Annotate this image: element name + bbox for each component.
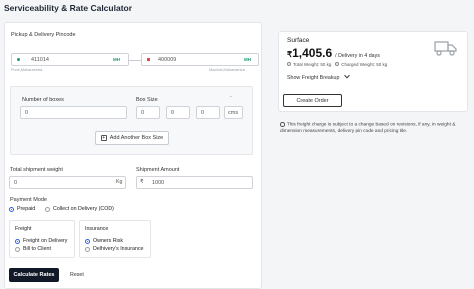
box-count-label: Number of boxes bbox=[22, 97, 64, 103]
chevron-down-icon bbox=[344, 72, 350, 79]
payment-mode-label: Payment Mode bbox=[10, 197, 47, 203]
freight-on-delivery-radio[interactable] bbox=[15, 239, 20, 244]
show-freight-breakup-link[interactable]: Show Freight Breakup bbox=[287, 72, 350, 81]
price-row: ₹ 1,405.6 / Delivery in 4 days bbox=[287, 46, 380, 60]
weight-label: Total shipment weight bbox=[10, 167, 63, 173]
pickup-location: Pune,Maharashtra bbox=[11, 68, 43, 72]
bill-to-client-radio[interactable] bbox=[15, 247, 20, 252]
rupee-icon: ₹ bbox=[140, 179, 144, 185]
delivery-pincode-input[interactable]: 400009 bbox=[141, 53, 259, 66]
box-length-input[interactable]: 0 bbox=[136, 106, 160, 119]
amount-label: Shipment Amount bbox=[136, 167, 180, 173]
freight-on-delivery-label[interactable]: Freight on Delivery bbox=[23, 238, 67, 244]
cod-label[interactable]: Collect on Delivery (COD) bbox=[53, 206, 114, 212]
delivery-location: Mumbai,Maharashtra bbox=[209, 68, 245, 72]
box-unit-select[interactable]: cms bbox=[224, 106, 243, 119]
page-title: Serviceability & Rate Calculator bbox=[4, 3, 133, 13]
cod-radio[interactable] bbox=[45, 207, 50, 212]
calculate-rates-button[interactable]: Calculate Rates bbox=[9, 268, 59, 282]
delivery-time: / Delivery in 4 days bbox=[335, 53, 380, 59]
delhivery-insurance-radio[interactable] bbox=[85, 247, 90, 252]
box-details-panel: Number of boxes 0 Box Size - 0 0 0 cms +… bbox=[10, 86, 253, 155]
shipping-mode: Surface bbox=[287, 37, 310, 44]
prepaid-label[interactable]: Prepaid bbox=[17, 206, 35, 212]
delivery-state-tag: MH bbox=[244, 57, 251, 62]
pickup-dot-icon bbox=[17, 58, 20, 61]
rate-result-card: Surface ₹ 1,405.6 / Delivery in 4 days T… bbox=[278, 31, 468, 112]
pickup-state-tag: MH bbox=[113, 57, 120, 62]
bill-to-client-label[interactable]: Bill to Client bbox=[23, 246, 51, 252]
reset-button[interactable]: Reset bbox=[70, 272, 84, 278]
insurance-panel: Insurance Owners Risk Delhivery's Insura… bbox=[79, 220, 151, 258]
weight-input[interactable]: 0 bbox=[9, 176, 126, 189]
charged-weight: Charged Weight: 50 kg bbox=[335, 62, 387, 67]
weight-unit: Kg bbox=[116, 179, 123, 185]
connector-line bbox=[129, 60, 141, 61]
amount-input[interactable]: 1000 bbox=[136, 176, 253, 189]
freight-panel: Freight Freight on Delivery Bill to Clie… bbox=[9, 220, 75, 258]
total-weight: Total Weight: 50 kg bbox=[287, 62, 331, 67]
charged-weight-icon bbox=[335, 62, 339, 66]
plus-icon: + bbox=[100, 135, 107, 141]
truck-icon bbox=[434, 41, 457, 56]
owners-risk-label[interactable]: Owners Risk bbox=[93, 238, 123, 244]
price-value: 1,405.6 bbox=[292, 46, 333, 60]
freight-note: This freight charge is subject to a chan… bbox=[280, 122, 456, 134]
pincode-label: Pickup & Delivery Pincode bbox=[11, 32, 76, 38]
pickup-pincode-input[interactable]: 411014 bbox=[11, 53, 129, 66]
box-size-label: Box Size bbox=[136, 97, 158, 103]
remove-box-icon[interactable]: - bbox=[230, 94, 232, 100]
box-height-input[interactable]: 0 bbox=[196, 106, 220, 119]
delivery-marker-icon bbox=[147, 58, 150, 61]
freight-label: Freight bbox=[15, 226, 32, 232]
owners-risk-radio[interactable] bbox=[85, 239, 90, 244]
box-width-input[interactable]: 0 bbox=[166, 106, 190, 119]
add-box-size-button[interactable]: + Add Another Box Size bbox=[95, 131, 169, 145]
weight-info-icon bbox=[287, 62, 291, 66]
prepaid-radio[interactable] bbox=[9, 207, 14, 212]
box-count-input[interactable]: 0 bbox=[20, 106, 127, 119]
info-icon bbox=[280, 122, 285, 127]
delhivery-insurance-label[interactable]: Delhivery's Insurance bbox=[93, 246, 143, 252]
create-order-button[interactable]: Create Order bbox=[283, 94, 342, 107]
insurance-label: Insurance bbox=[85, 226, 109, 232]
